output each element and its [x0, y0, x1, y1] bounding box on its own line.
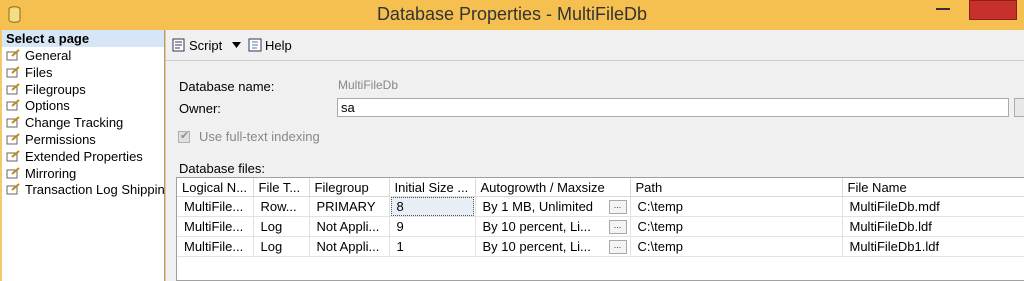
page-icon	[6, 82, 20, 95]
page-icon	[6, 116, 20, 128]
path-value: C:\temp	[637, 219, 684, 234]
autogrowth-ellipsis-button[interactable]: ...	[608, 199, 627, 214]
page-item-label: Files	[25, 64, 53, 80]
cell-filegroup[interactable]: Not Appli...	[309, 236, 390, 257]
chevron-down-icon	[232, 42, 241, 48]
help-icon	[248, 38, 262, 52]
toolbar: Script Help	[166, 30, 1024, 61]
page-icon	[6, 133, 20, 145]
title-bar: Database Properties - MultiFileDb	[0, 0, 1024, 30]
database-files-label: Database files:	[179, 161, 265, 176]
cell-filegroup[interactable]: PRIMARY	[309, 196, 390, 217]
page-selector: Select a page General Files Filegroups O…	[2, 30, 165, 281]
owner-field[interactable]	[337, 98, 1009, 117]
cell-autogrowth[interactable]: By 1 MB, Unlimited...	[475, 196, 631, 217]
table-row[interactable]: MultiFile... Log Not Appli... 9 By 10 pe…	[177, 216, 1024, 237]
cell-initial-size[interactable]: 8	[389, 196, 476, 217]
cell-path[interactable]: C:\temp	[630, 196, 843, 217]
properties-pane: Script Help Database name: MultiFileDb O…	[166, 30, 1024, 281]
cell-file-type[interactable]: Log	[253, 216, 310, 237]
checkmark-icon: ✔	[180, 130, 190, 142]
page-item-options[interactable]: Options	[2, 97, 164, 114]
page-icon	[6, 49, 20, 61]
cell-file-type[interactable]: Row...	[253, 196, 310, 217]
page-item-label: Extended Properties	[25, 148, 143, 164]
cell-initial-size[interactable]: 9	[389, 216, 476, 237]
column-header-initial-size[interactable]: Initial Size ...	[389, 178, 476, 197]
database-name-label: Database name:	[179, 79, 275, 94]
path-value: C:\temp	[637, 199, 684, 214]
page-item-label: Mirroring	[25, 165, 77, 181]
cell-path[interactable]: C:\temp	[630, 216, 843, 237]
autogrowth-value: By 10 percent, Li...	[482, 219, 591, 234]
cell-file-type[interactable]: Log	[253, 236, 310, 257]
column-header-autogrowth[interactable]: Autogrowth / Maxsize	[475, 178, 631, 197]
cell-file-name[interactable]: MultiFileDb.mdf	[842, 196, 1024, 217]
page-icon	[6, 166, 20, 179]
window-title: Database Properties - MultiFileDb	[376, 4, 648, 24]
autogrowth-ellipsis-button[interactable]: ...	[608, 239, 627, 254]
path-value: C:\temp	[637, 239, 684, 254]
fulltext-label: Use full-text indexing	[199, 129, 320, 144]
owner-browse-button[interactable]	[1014, 98, 1024, 117]
database-files-grid: Logical N... File T... Filegroup Initial…	[176, 177, 1024, 281]
table-row[interactable]: MultiFile... Row... PRIMARY 8 By 1 MB, U…	[177, 196, 1024, 217]
close-button[interactable]	[969, 0, 1017, 20]
minimize-button[interactable]	[936, 8, 950, 10]
script-button[interactable]: Script	[172, 37, 222, 55]
column-header-path[interactable]: Path	[630, 178, 843, 197]
column-header-filegroup[interactable]: Filegroup	[309, 178, 390, 197]
page-selector-header: Select a page	[2, 30, 164, 47]
cell-file-name[interactable]: MultiFileDb.ldf	[842, 216, 1024, 237]
page-item-label: Change Tracking	[25, 115, 124, 131]
page-item-change-tracking[interactable]: Change Tracking	[2, 114, 164, 131]
owner-label: Owner:	[179, 101, 221, 116]
cell-initial-size[interactable]: 1	[389, 236, 476, 257]
cell-autogrowth[interactable]: By 10 percent, Li......	[475, 236, 631, 257]
cell-autogrowth[interactable]: By 10 percent, Li......	[475, 216, 631, 237]
database-name-value: MultiFileDb	[338, 78, 399, 92]
script-label: Script	[189, 38, 223, 53]
column-header-file-type[interactable]: File T...	[253, 178, 310, 197]
grid-header-row: Logical N... File T... Filegroup Initial…	[177, 178, 1024, 197]
page-item-label: Permissions	[25, 131, 96, 147]
page-item-label: Transaction Log Shipping	[25, 182, 165, 198]
page-item-label: Options	[25, 98, 70, 114]
column-header-logical-name[interactable]: Logical N...	[177, 178, 254, 197]
script-dropdown-button[interactable]	[232, 37, 241, 55]
page-item-files[interactable]: Files	[2, 64, 164, 81]
initial-size-value[interactable]: 8	[390, 197, 474, 216]
page-item-label: Filegroups	[25, 81, 86, 97]
cell-path[interactable]: C:\temp	[630, 236, 843, 257]
fulltext-checkbox[interactable]: ✔	[178, 130, 190, 143]
script-icon	[172, 38, 185, 52]
help-label: Help	[265, 38, 292, 53]
page-item-mirroring[interactable]: Mirroring	[2, 165, 164, 182]
page-icon	[6, 183, 20, 195]
column-header-file-name[interactable]: File Name	[842, 178, 1024, 197]
cell-logical-name[interactable]: MultiFile...	[177, 216, 254, 237]
autogrowth-value: By 10 percent, Li...	[482, 239, 591, 254]
autogrowth-value: By 1 MB, Unlimited	[482, 199, 594, 214]
page-item-permissions[interactable]: Permissions	[2, 131, 164, 148]
help-button[interactable]: Help	[248, 37, 292, 55]
cell-logical-name[interactable]: MultiFile...	[177, 236, 254, 257]
page-item-label: General	[25, 48, 72, 63]
cell-logical-name[interactable]: MultiFile...	[177, 196, 254, 217]
cell-file-name[interactable]: MultiFileDb1.ldf	[842, 236, 1024, 257]
page-item-transaction-log-shipping[interactable]: Transaction Log Shipping	[2, 181, 164, 198]
cell-filegroup[interactable]: Not Appli...	[309, 216, 390, 237]
page-icon	[6, 150, 20, 162]
page-icon	[6, 99, 20, 111]
page-item-general[interactable]: General	[2, 47, 164, 64]
page-icon	[6, 66, 20, 78]
page-item-filegroups[interactable]: Filegroups	[2, 81, 164, 98]
autogrowth-ellipsis-button[interactable]: ...	[608, 219, 627, 234]
table-row[interactable]: MultiFile... Log Not Appli... 1 By 10 pe…	[177, 236, 1024, 257]
page-item-extended-properties[interactable]: Extended Properties	[2, 148, 164, 165]
